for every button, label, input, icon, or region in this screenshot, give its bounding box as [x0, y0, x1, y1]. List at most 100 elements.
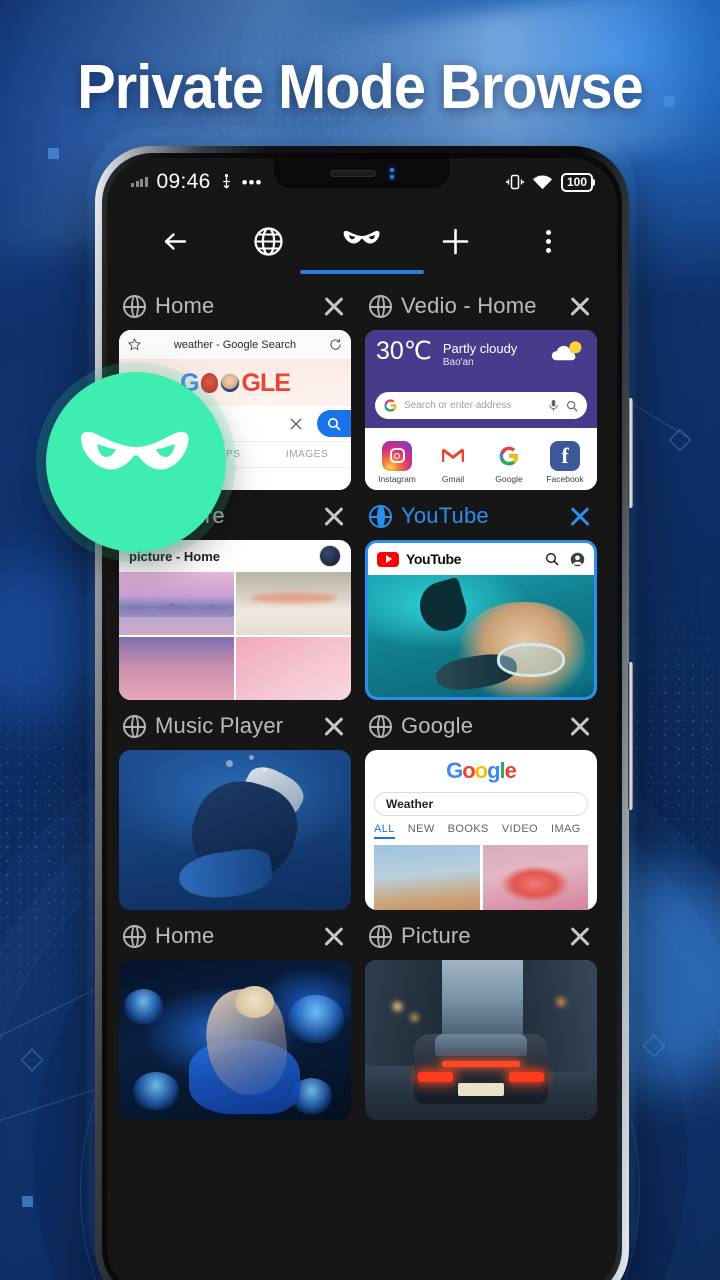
thumb-page-title: weather - Google Search	[173, 338, 297, 351]
shortcut-facebook[interactable]: f Facebook	[542, 440, 588, 484]
search-icon[interactable]	[545, 552, 559, 566]
tab-card-music-player[interactable]: Music Player	[119, 702, 351, 910]
tab-title: Home	[155, 923, 215, 948]
browser-toolbar	[107, 206, 617, 276]
google-image-results	[365, 839, 597, 910]
close-tab-button[interactable]	[321, 923, 347, 949]
wifi-icon	[532, 175, 552, 189]
menu-button[interactable]	[502, 206, 595, 276]
page-title: Private Mode Browse	[77, 53, 643, 122]
new-tab-button[interactable]	[409, 206, 502, 276]
tab-thumbnail[interactable]: 30℃ Partly cloudy Bao'an Search or enter…	[365, 330, 597, 490]
globe-icon	[123, 294, 146, 318]
weather-condition: Partly cloudy	[442, 341, 518, 356]
address-search-field[interactable]: Search or enter address	[375, 392, 587, 419]
tab-thumbnail[interactable]	[365, 960, 597, 1120]
signal-icon	[131, 177, 148, 187]
tab-title: Google	[401, 713, 474, 738]
thumb-image-mountain	[119, 572, 234, 635]
weather-location: Bao'an	[442, 357, 474, 368]
shortcut-google[interactable]: Google	[486, 440, 532, 484]
tab-thumbnail[interactable]: picture - Home	[119, 540, 351, 700]
google-g-icon	[384, 399, 397, 412]
shortcut-gmail[interactable]: Gmail	[430, 440, 476, 484]
result-tab[interactable]: NEW	[408, 823, 435, 839]
more-icon: •••	[241, 172, 263, 192]
tab-header: Google	[365, 702, 597, 750]
thumb-image-pink	[236, 637, 351, 700]
tab-card-youtube[interactable]: YouTube YouTube	[365, 492, 597, 700]
back-button[interactable]	[129, 206, 222, 276]
globe-icon	[369, 294, 392, 318]
close-tab-button[interactable]	[567, 923, 593, 949]
result-tab[interactable]: VIDEO	[502, 823, 538, 839]
google-wordmark: Google	[446, 758, 517, 783]
close-tab-button[interactable]	[321, 503, 347, 529]
tab-card-vedio-home[interactable]: Vedio - Home 30℃ Partly cloudy Bao'an Se…	[365, 282, 597, 490]
result-tab[interactable]: IMAG	[551, 823, 581, 839]
result-tab[interactable]: BOOKS	[448, 823, 489, 839]
tab-header: Vedio - Home	[365, 282, 597, 330]
facebook-icon: f	[550, 440, 580, 471]
power-button[interactable]	[628, 662, 633, 810]
globe-icon	[123, 714, 146, 738]
phone-device-frame: 09:46 ••• 100 Home weather - Google Sear…	[95, 146, 633, 1280]
car-taillight-right	[508, 1072, 544, 1082]
search-icon	[566, 400, 578, 412]
search-icon	[328, 417, 341, 431]
mask-icon	[81, 431, 189, 470]
tab-header: YouTube	[365, 492, 597, 540]
tab-card-picture-car[interactable]: Picture	[365, 912, 597, 1120]
search-button[interactable]	[317, 410, 351, 437]
volume-button[interactable]	[628, 398, 633, 508]
car-brake-bar	[441, 1060, 521, 1068]
search-placeholder-text: Search or enter address	[404, 400, 512, 411]
globe-icon	[254, 226, 283, 256]
microphone-icon	[549, 400, 558, 411]
close-tab-button[interactable]	[567, 713, 593, 739]
account-icon[interactable]	[570, 552, 585, 567]
youtube-wordmark: YouTube	[406, 551, 462, 567]
battery-icon: 100	[560, 172, 596, 192]
result-tab-active[interactable]: ALL	[374, 823, 395, 839]
avatar	[319, 545, 341, 567]
close-tab-button[interactable]	[567, 503, 593, 529]
close-tab-button[interactable]	[321, 293, 347, 319]
thumb-image-flamingo	[236, 572, 351, 635]
youtube-video-thumbnail	[368, 575, 594, 697]
tab-thumbnail[interactable]: YouTube	[365, 540, 597, 700]
tab-header: Home	[119, 282, 351, 330]
close-tab-button[interactable]	[567, 293, 593, 319]
private-mode-mask-logo	[46, 372, 226, 552]
bubble	[262, 767, 267, 772]
shortcut-label: Facebook	[546, 473, 584, 484]
private-tabs-button[interactable]	[315, 206, 408, 276]
jellyfish	[123, 988, 164, 1024]
scuba-diver-legs	[176, 846, 275, 904]
result-image-rain	[374, 845, 480, 910]
plus-icon	[442, 228, 469, 254]
tab-thumbnail[interactable]	[119, 960, 351, 1120]
thumb-address-bar: weather - Google Search	[119, 330, 351, 360]
back-arrow-icon	[164, 232, 187, 250]
tab-card-home-jellyfish[interactable]: Home	[119, 912, 351, 1120]
tab-thumbnail[interactable]	[119, 750, 351, 910]
shortcut-instagram[interactable]: Instagram	[374, 440, 420, 484]
globe-icon	[369, 504, 392, 528]
tab-card-google[interactable]: Google Google Weather ALL NEW BOOKS VIDE…	[365, 702, 597, 910]
vibrate-icon	[506, 174, 524, 190]
google-result-tabs: ALL NEW BOOKS VIDEO IMAG	[365, 816, 597, 839]
tab-title: Music Player	[155, 713, 284, 738]
jellyfish	[288, 995, 345, 1044]
tab-thumbnail[interactable]: Google Weather ALL NEW BOOKS VIDEO IMAG	[365, 750, 597, 910]
jellyfish	[132, 1072, 180, 1111]
status-clock: 09:46	[156, 170, 211, 193]
close-tab-button[interactable]	[321, 713, 347, 739]
model-hair	[235, 985, 275, 1018]
weather-temperature: 30℃	[376, 337, 432, 365]
normal-tabs-button[interactable]	[222, 206, 315, 276]
globe-icon	[369, 924, 392, 948]
bubble	[225, 759, 233, 767]
google-search-input[interactable]: Weather	[374, 792, 588, 816]
car-rear-window	[434, 1033, 528, 1056]
